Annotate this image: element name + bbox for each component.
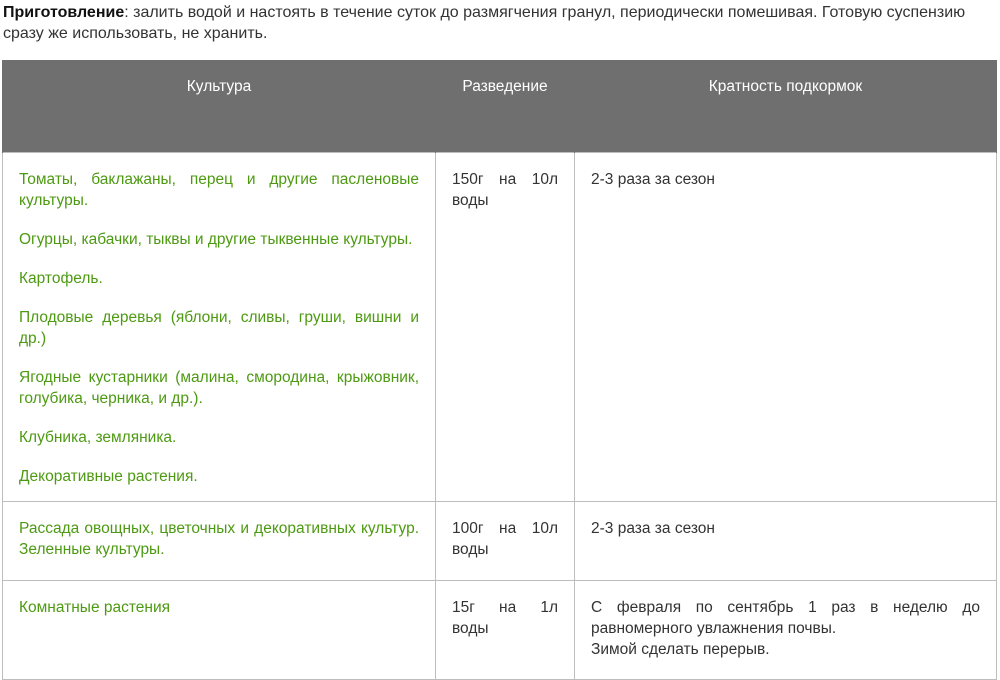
preparation-paragraph: Приготовление: залить водой и настоять в…	[3, 2, 998, 44]
frequency-cell: 2-3 раза за сезон	[574, 501, 997, 581]
frequency-value: 2-3 раза за сезон	[591, 171, 715, 188]
frequency-cell: 2-3 раза за сезон	[574, 152, 997, 502]
crop-item: Томаты, баклажаны, перец и другие паслен…	[19, 171, 419, 209]
frequency-value: 2-3 раза за сезон	[591, 520, 715, 537]
crop-item: Ягодные кустарники (малина, смородина, к…	[19, 369, 419, 407]
dilution-cell: 100г на 10л воды	[435, 501, 575, 581]
dilution-cell: 150г на 10л воды	[435, 152, 575, 502]
header-dilution: Разведение	[435, 60, 575, 153]
table-header-row: Культура Разведение Кратность подкормок	[2, 60, 997, 153]
frequency-cell: С февраля по сентябрь 1 раз в неделю до …	[574, 580, 997, 680]
header-frequency: Кратность подкормок	[574, 60, 997, 153]
crop-item: Рассада овощных, цветочных и декоративны…	[19, 520, 419, 558]
header-crop: Культура	[2, 60, 436, 153]
crop-item: Комнатные растения	[19, 599, 171, 616]
preparation-text: : залить водой и настоять в течение суто…	[3, 4, 966, 42]
crop-item: Картофель.	[19, 270, 103, 287]
table-row: Томаты, баклажаны, перец и другие паслен…	[2, 152, 997, 502]
table-row: Комнатные растения 15г на 1л воды С февр…	[2, 580, 997, 680]
frequency-value: С февраля по сентябрь 1 раз в неделю до …	[591, 599, 980, 637]
fertilizer-table: Культура Разведение Кратность подкормок …	[2, 60, 997, 680]
crop-cell: Комнатные растения	[2, 580, 436, 680]
table-row: Рассада овощных, цветочных и декоративны…	[2, 501, 997, 581]
crop-cell: Рассада овощных, цветочных и декоративны…	[2, 501, 436, 581]
crop-item: Декоративные растения.	[19, 468, 198, 485]
dilution-value: 150г на 10л воды	[452, 171, 558, 209]
preparation-label: Приготовление	[3, 4, 125, 21]
crop-item: Огурцы, кабачки, тыквы и другие тыквенны…	[19, 231, 413, 248]
crop-cell: Томаты, баклажаны, перец и другие паслен…	[2, 152, 436, 502]
dilution-value: 15г на 1л воды	[452, 599, 558, 637]
crop-item: Клубника, земляника.	[19, 429, 177, 446]
dilution-cell: 15г на 1л воды	[435, 580, 575, 680]
dilution-value: 100г на 10л воды	[452, 520, 558, 558]
crop-item: Плодовые деревья (яблони, сливы, груши, …	[19, 309, 419, 347]
